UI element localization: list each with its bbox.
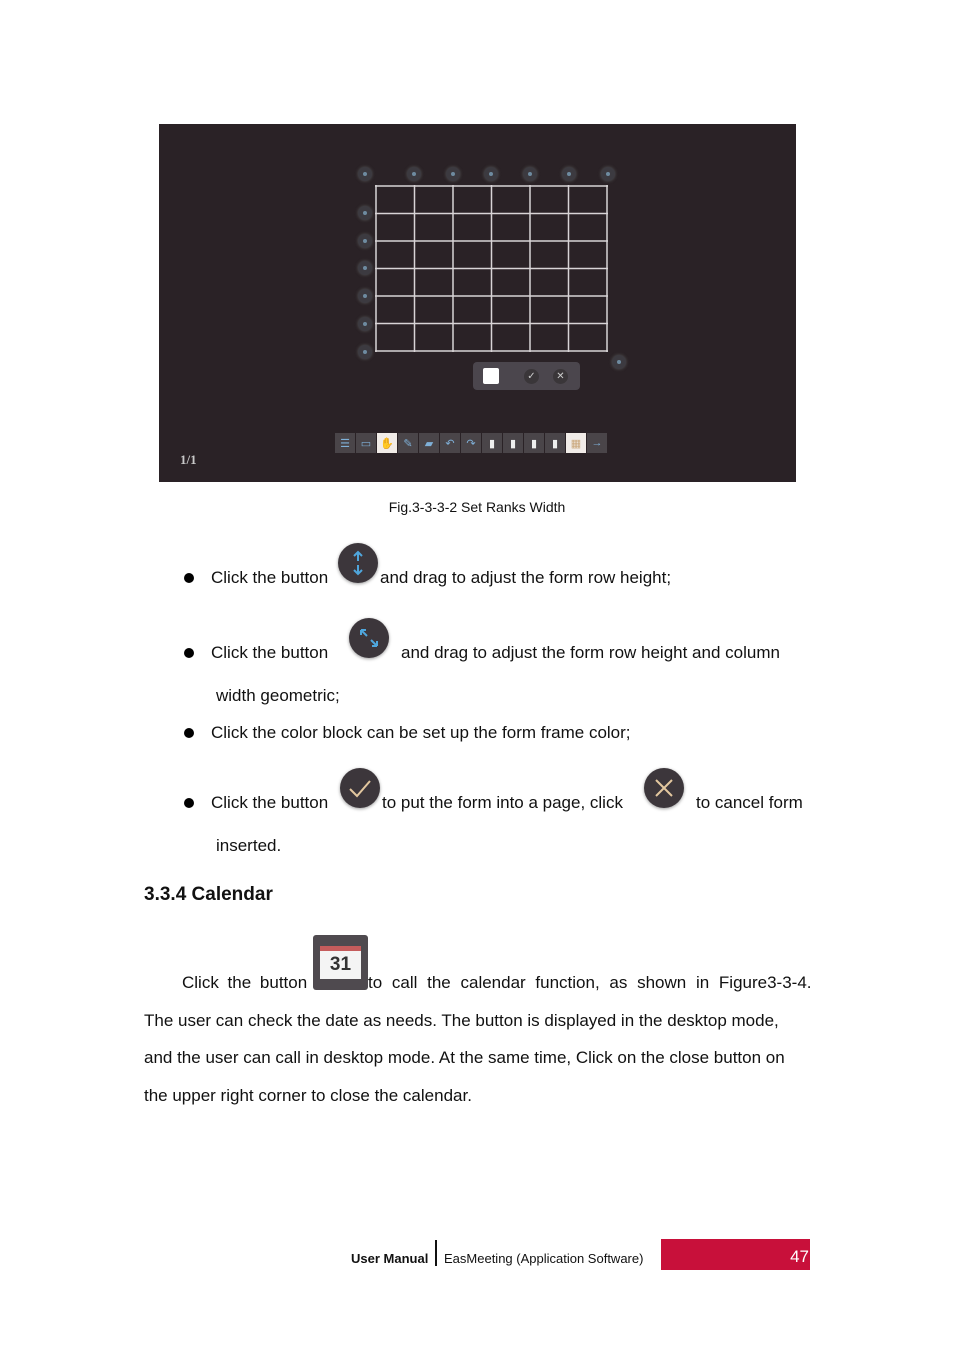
bullet-text: Click the button	[211, 643, 329, 662]
column-width-handle[interactable]	[523, 167, 537, 181]
paragraph-text: The user can check the date as needs. Th…	[144, 1011, 779, 1030]
bottom-toolbar: ☰ ▭ ✋ ✎ ▰ ↶ ↷ ▮ ▮ ▮ ▮ ▦ →	[335, 433, 607, 453]
bullet-text-cont: inserted.	[216, 836, 282, 855]
resize-corner-handle[interactable]	[612, 355, 626, 369]
select-hand-icon[interactable]: ✋	[377, 433, 397, 453]
row-height-handle[interactable]	[358, 317, 372, 331]
eraser-icon[interactable]: ▰	[419, 433, 439, 453]
page-icon[interactable]: ▮	[482, 433, 502, 453]
column-width-handle[interactable]	[446, 167, 460, 181]
figure-caption: Fig.3-3-3-2 Set Ranks Width	[388, 499, 566, 515]
paragraph-text: to call the calendar function, as shown …	[368, 973, 812, 992]
bullet-text-cont: width geometric;	[216, 686, 340, 705]
table-icon[interactable]: ▦	[566, 433, 586, 453]
section-heading: 3.3.4 Calendar	[144, 884, 273, 905]
bullet-text: Click the button	[211, 793, 329, 812]
screenshot-figure: ✓ ✕ ☰ ▭ ✋ ✎ ▰ ↶ ↷ ▮ ▮ ▮ ▮ ▦ → 1/1	[159, 124, 796, 482]
desktop-icon[interactable]: ▭	[356, 433, 376, 453]
calendar-date: 31	[320, 946, 361, 979]
page-number: 47	[661, 1239, 810, 1270]
close-icon	[644, 768, 684, 808]
calendar-icon: 31	[313, 935, 368, 990]
form-options-bar: ✓ ✕	[473, 362, 580, 390]
footer-product-label: EasMeeting (Application Software)	[444, 1251, 644, 1266]
row-height-handle[interactable]	[358, 345, 372, 359]
paragraph-text: the upper right corner to close the cale…	[144, 1086, 472, 1105]
row-height-handle[interactable]	[358, 289, 372, 303]
page-indicator: 1/1	[180, 452, 197, 467]
column-width-handle[interactable]	[407, 167, 421, 181]
row-height-arrows-icon	[338, 543, 378, 583]
bullet-text: and drag to adjust the form row height a…	[401, 643, 780, 662]
check-icon[interactable]: ✓	[524, 369, 539, 384]
row-height-handle[interactable]	[358, 206, 372, 220]
undo-icon[interactable]: ↶	[440, 433, 460, 453]
close-icon[interactable]: ✕	[553, 369, 568, 384]
diagonal-resize-icon	[349, 618, 389, 658]
page-icon[interactable]: ▮	[524, 433, 544, 453]
menu-icon[interactable]: ☰	[335, 433, 355, 453]
page-icon[interactable]: ▮	[545, 433, 565, 453]
redo-icon[interactable]: ↷	[461, 433, 481, 453]
bullet-dot	[184, 798, 194, 808]
page-icon[interactable]: ▮	[503, 433, 523, 453]
column-width-handle[interactable]	[601, 167, 615, 181]
column-width-handle[interactable]	[562, 167, 576, 181]
check-icon	[340, 768, 380, 808]
bullet-dot	[184, 573, 194, 583]
bullet-text: Click the button	[211, 568, 329, 587]
row-height-handle[interactable]	[358, 234, 372, 248]
paragraph-text: Click the button	[182, 973, 308, 992]
form-table-grid	[375, 185, 608, 352]
row-height-handle[interactable]	[358, 261, 372, 275]
bullet-text: Click the color block can be set up the …	[211, 723, 631, 742]
next-icon[interactable]: →	[587, 433, 607, 453]
column-width-handle[interactable]	[484, 167, 498, 181]
bullet-text: to put the form into a page, click	[382, 793, 623, 812]
bullet-text: and drag to adjust the form row height;	[380, 568, 672, 587]
footer-divider	[435, 1240, 437, 1266]
move-handle-icon[interactable]	[358, 167, 372, 181]
paragraph-text: and the user can call in desktop mode. A…	[144, 1048, 785, 1067]
bullet-dot	[184, 728, 194, 738]
bullet-text: to cancel form	[696, 793, 803, 812]
footer-manual-label: User Manual	[351, 1251, 429, 1266]
frame-color-swatch[interactable]	[483, 368, 499, 384]
bullet-dot	[184, 648, 194, 658]
pen-icon[interactable]: ✎	[398, 433, 418, 453]
